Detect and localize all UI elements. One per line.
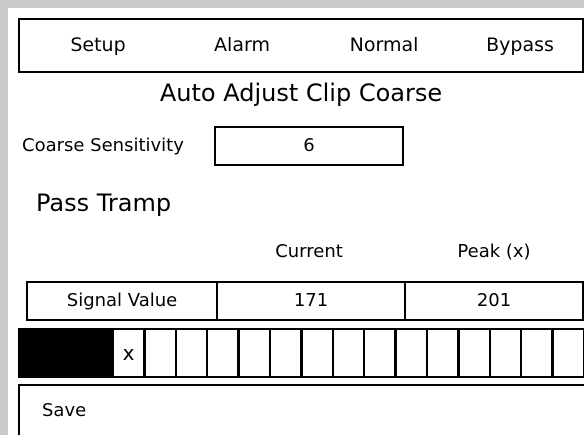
signal-bar-segment	[175, 328, 208, 378]
signal-current-value: 171	[293, 290, 329, 311]
signal-bar-segment	[206, 328, 239, 378]
menu-setup-button[interactable]: Setup	[38, 20, 158, 71]
signal-bar-segment	[18, 328, 51, 378]
signal-bar-graph: x	[18, 328, 584, 378]
page-title: Auto Adjust Clip Coarse	[159, 79, 443, 107]
signal-bar-segment	[458, 328, 491, 378]
signal-bar-segment	[144, 328, 177, 378]
signal-bar-segment	[520, 328, 553, 378]
signal-bar-segment	[49, 328, 82, 378]
signal-bar-segment	[426, 328, 459, 378]
signal-bar-segment	[238, 328, 271, 378]
coarse-sensitivity-field[interactable]: 6	[214, 126, 404, 166]
footer-bar: Save	[18, 384, 584, 435]
signal-bar-segment	[269, 328, 302, 378]
signal-value-label: Signal Value	[66, 290, 178, 311]
coarse-sensitivity-label: Coarse Sensitivity	[22, 135, 184, 156]
column-header-peak: Peak (x)	[457, 241, 531, 262]
menu-bar: Setup Alarm Normal Bypass	[18, 18, 584, 73]
screen: Setup Alarm Normal Bypass Auto Adjust Cl…	[8, 8, 584, 435]
signal-bar-segment	[332, 328, 365, 378]
menu-normal-button[interactable]: Normal	[324, 20, 444, 71]
menu-bypass-button[interactable]: Bypass	[460, 20, 580, 71]
signal-value-row: Signal Value 171 201	[26, 281, 584, 321]
menu-alarm-button[interactable]: Alarm	[182, 20, 302, 71]
section-title: Pass Tramp	[36, 189, 172, 217]
signal-bar-peak-marker: x	[112, 328, 145, 378]
signal-bar-segment	[489, 328, 522, 378]
signal-bar-segment	[395, 328, 428, 378]
save-button[interactable]: Save	[42, 400, 86, 421]
signal-bar-segment	[552, 328, 584, 378]
signal-peak-value: 201	[476, 290, 512, 311]
signal-bar-segment	[81, 328, 114, 378]
signal-bar-segment	[363, 328, 396, 378]
column-header-current: Current	[275, 241, 343, 262]
signal-bar-segment	[301, 328, 334, 378]
